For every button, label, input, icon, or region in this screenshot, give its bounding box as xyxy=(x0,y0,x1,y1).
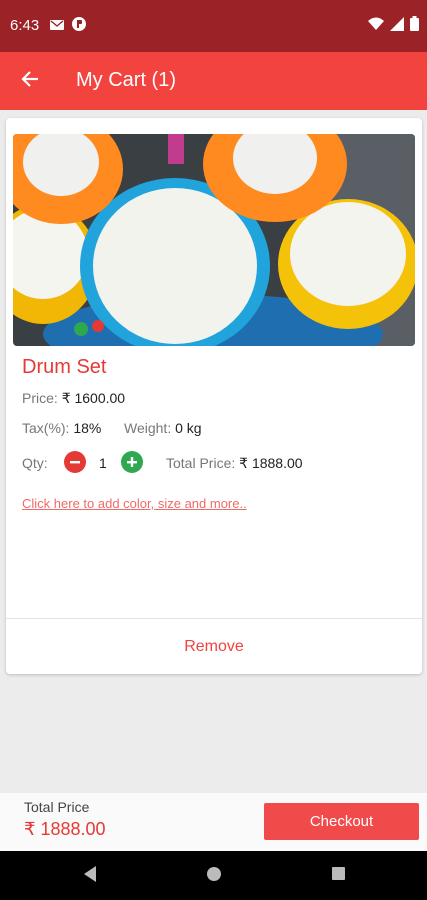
plus-icon xyxy=(126,453,138,471)
nav-back-button[interactable] xyxy=(79,865,101,887)
price-label: Price: xyxy=(22,390,58,406)
weight-row: Weight: 0 kg xyxy=(124,420,202,436)
app-notification-icon xyxy=(71,16,87,37)
cart-item-card: Drum Set Price: ₹ 1600.00 Tax(%): 18% We… xyxy=(6,118,422,674)
page-title: My Cart (1) xyxy=(76,69,176,91)
weight-value: 0 kg xyxy=(175,420,202,436)
mail-icon xyxy=(50,18,64,36)
add-options-link[interactable]: Click here to add color, size and more.. xyxy=(22,496,247,511)
tax-row: Tax(%): 18% xyxy=(22,420,101,436)
app-bar: My Cart (1) xyxy=(0,52,427,110)
product-image[interactable] xyxy=(13,134,415,346)
quantity-value: 1 xyxy=(99,455,107,471)
weight-label: Weight: xyxy=(124,420,172,436)
remove-button[interactable]: Remove xyxy=(6,619,422,674)
wifi-icon xyxy=(368,17,384,36)
price-row: Price: ₹ 1600.00 xyxy=(22,390,125,407)
status-time: 6:43 xyxy=(10,17,40,34)
battery-icon xyxy=(410,16,419,36)
item-total-value: ₹ 1888.00 xyxy=(239,455,303,471)
product-name: Drum Set xyxy=(22,356,107,378)
decrease-quantity-button[interactable] xyxy=(64,451,86,473)
minus-icon xyxy=(69,453,81,471)
item-total-label: Total Price: xyxy=(166,455,236,471)
tax-label: Tax(%): xyxy=(22,420,70,436)
qty-label: Qty: xyxy=(22,455,48,471)
back-button[interactable] xyxy=(14,65,46,97)
checkout-bar: Total Price ₹ 1888.00 Checkout xyxy=(0,793,427,851)
back-arrow-icon xyxy=(21,70,39,93)
nav-home-button[interactable] xyxy=(203,865,225,887)
nav-home-icon xyxy=(206,866,222,887)
checkout-button[interactable]: Checkout xyxy=(264,803,419,840)
status-bar: 6:43 xyxy=(0,0,427,52)
signal-icon xyxy=(390,16,404,36)
nav-recents-icon xyxy=(331,866,346,886)
price-value: ₹ 1600.00 xyxy=(61,390,126,406)
nav-back-icon xyxy=(82,865,98,888)
system-nav-bar xyxy=(0,851,427,900)
total-price-amount: ₹ 1888.00 xyxy=(24,819,106,839)
item-total-row: Total Price: ₹ 1888.00 xyxy=(166,455,303,472)
increase-quantity-button[interactable] xyxy=(121,451,143,473)
nav-recents-button[interactable] xyxy=(327,865,349,887)
total-price-caption: Total Price xyxy=(24,799,90,815)
tax-value: 18% xyxy=(73,420,102,436)
